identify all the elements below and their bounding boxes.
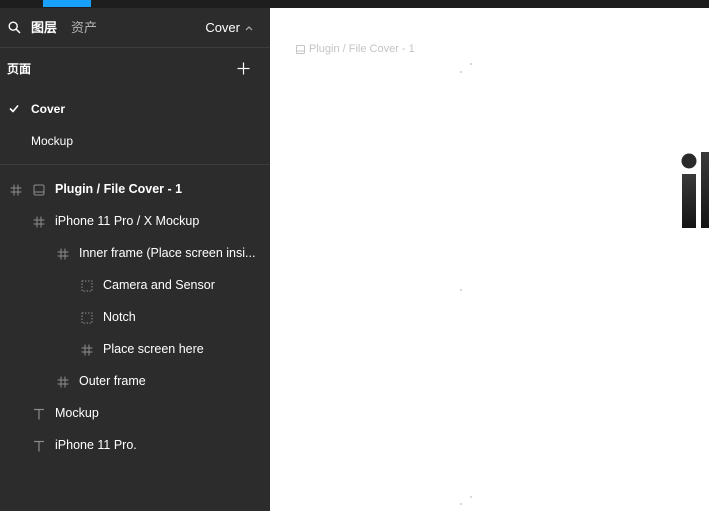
layer-row[interactable]: Mockup [0,397,270,429]
layer-row[interactable]: Camera and Sensor [0,269,270,301]
cover-artwork [681,152,709,228]
text-icon [33,439,45,452]
pages-header: 页面 [7,62,32,76]
layer-row[interactable]: iPhone 11 Pro / X Mockup [0,205,270,237]
canvas-dot [470,496,472,498]
search-icon[interactable] [8,21,21,34]
panel-tabs: 图层 资产 Cover [0,8,270,48]
frame-label-text: Plugin / File Cover - 1 [309,43,415,55]
canvas-dot [460,71,462,73]
page-item-label: Mockup [31,134,74,148]
group-icon [81,279,93,292]
layer-label: Mockup [55,406,99,420]
layer-label: iPhone 11 Pro. [55,438,137,452]
frame-icon [10,183,22,196]
layer-row[interactable]: Place screen here [0,333,270,365]
tab-assets[interactable]: 资产 [71,20,97,36]
layer-row[interactable]: Notch [0,301,270,333]
layer-label: Notch [103,310,136,324]
frame-icon [57,375,69,388]
layer-label: iPhone 11 Pro / X Mockup [55,214,200,228]
current-page-label: Cover [205,20,240,35]
page-item-label: Cover [31,102,66,116]
canvas-dot [460,289,462,291]
layer-label: Outer frame [79,374,146,388]
layer-row[interactable]: Plugin / File Cover - 1 [0,173,270,205]
layer-row[interactable]: iPhone 11 Pro. [0,429,270,461]
canvas[interactable]: Plugin / File Cover - 1 [270,8,709,511]
canvas-dot [470,63,472,65]
layer-label: Inner frame (Place screen insi... [79,246,256,260]
pages-section: 页面 Cover Mockup [0,49,270,165]
check-icon [9,104,19,113]
tab-layers[interactable]: 图层 [31,20,57,36]
text-icon [33,407,45,420]
layers-sidebar: 图层 资产 Cover 页面 Cover Mockup Plugin / Fil… [0,8,270,511]
layer-label: Plugin / File Cover - 1 [55,182,183,196]
top-toolbar [0,0,709,8]
active-tool-indicator [43,0,91,7]
group-icon [81,311,93,324]
frame-icon [81,343,93,356]
canvas-dot [460,503,462,505]
layer-row[interactable]: Inner frame (Place screen insi... [0,237,270,269]
frame-icon [296,44,305,54]
page-selector[interactable]: Cover [205,20,253,36]
layer-row[interactable]: Outer frame [0,365,270,397]
layer-label: Place screen here [103,342,204,356]
page-item-mockup[interactable]: Mockup [0,125,270,157]
page-item-cover[interactable]: Cover [0,93,270,125]
frame-label[interactable]: Plugin / File Cover - 1 [296,42,415,56]
frame-icon [57,247,69,260]
layer-label: Camera and Sensor [103,278,215,292]
frame-icon [33,215,45,228]
frame-component-icon [33,183,45,196]
chevron-up-icon [245,26,253,31]
add-page-icon[interactable] [237,62,250,75]
